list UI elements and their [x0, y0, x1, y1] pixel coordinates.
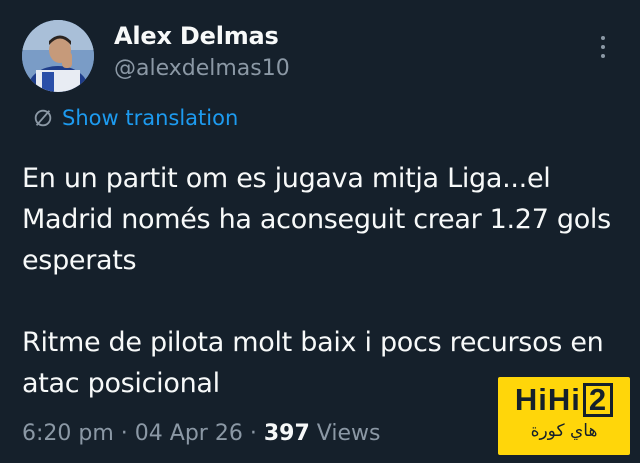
views-label: Views: [316, 421, 381, 446]
tweet-time[interactable]: 6:20 pm: [22, 421, 114, 446]
watermark-logo: HiHi 2 هاي كورة: [498, 377, 630, 455]
watermark-subtitle: هاي كورة: [530, 421, 598, 441]
separator: ·: [249, 421, 257, 446]
show-translation-button[interactable]: Show translation: [32, 106, 238, 130]
tweet-paragraph: En un partit om es jugava mitja Liga...e…: [22, 163, 611, 276]
tweet-meta: 6:20 pm · 04 Apr 26 · 397 Views: [22, 421, 380, 446]
avatar[interactable]: [22, 20, 94, 92]
watermark-boxed: 2: [582, 383, 614, 417]
author-name[interactable]: Alex Delmas: [114, 22, 279, 50]
watermark-prefix: HiHi: [514, 382, 581, 417]
avatar-photo: [22, 20, 94, 92]
more-vertical-icon-dot: [601, 54, 605, 58]
translate-slash-circle-icon: [34, 109, 52, 127]
watermark-logo-text: HiHi 2: [498, 383, 630, 417]
show-translation-label: Show translation: [62, 106, 239, 130]
separator: ·: [120, 421, 128, 446]
more-options-button[interactable]: [596, 36, 610, 66]
more-vertical-icon-dot: [601, 45, 605, 49]
more-vertical-icon-dot: [601, 36, 605, 40]
tweet-date[interactable]: 04 Apr 26: [135, 421, 243, 446]
views-count[interactable]: 397: [264, 421, 310, 446]
author-handle[interactable]: @alexdelmas10: [114, 56, 290, 81]
